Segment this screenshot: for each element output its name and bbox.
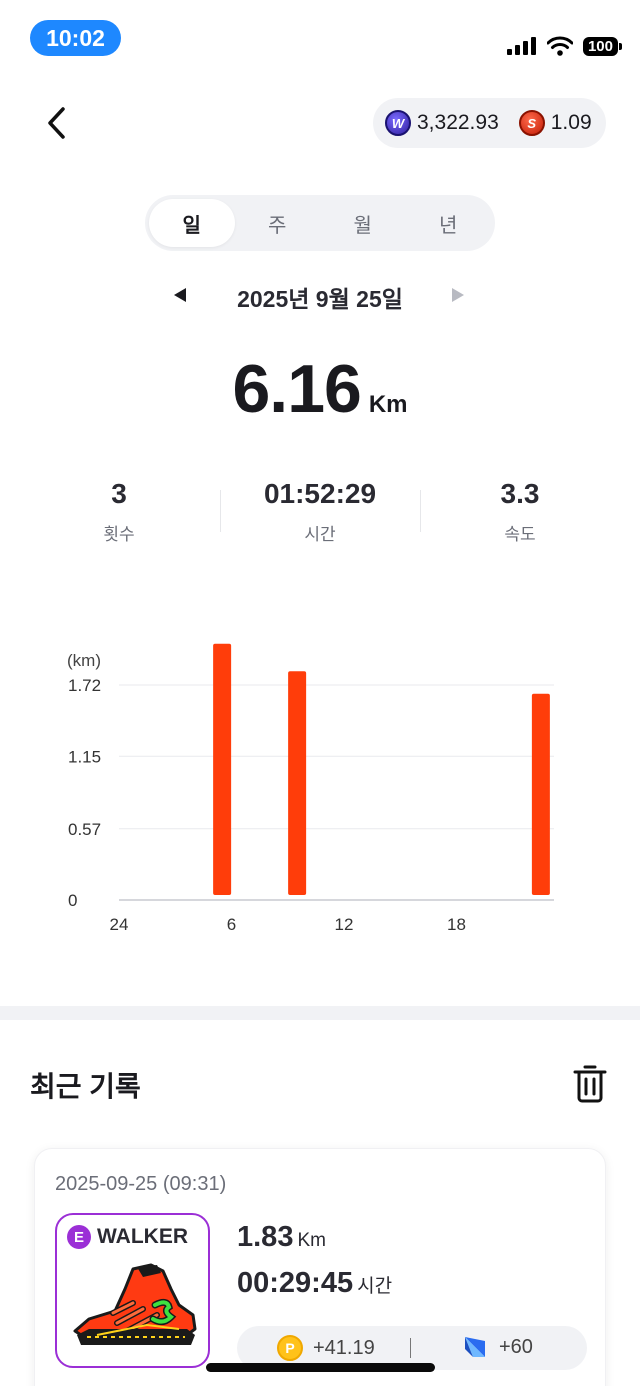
stat-speed-value: 3.3 xyxy=(500,478,540,509)
stat-time: 01:52:29 시간 xyxy=(220,478,420,545)
x-tick-label: 6 xyxy=(227,915,236,934)
current-date: 2025년 9월 25일 xyxy=(237,286,403,312)
tab-year[interactable]: 년 xyxy=(406,199,492,247)
y-axis-label: (km) xyxy=(67,651,101,670)
next-date-button[interactable] xyxy=(448,283,468,307)
x-tick-label: 18 xyxy=(447,915,466,934)
status-bar: 10:02 100 xyxy=(0,0,640,80)
status-icons: 100 xyxy=(506,36,623,56)
record-distance: 1.83 Km xyxy=(237,1221,326,1254)
w-coin-icon: W xyxy=(385,110,411,136)
tab-day[interactable]: 일 xyxy=(149,199,235,247)
record-card[interactable]: 2025-09-25 (09:31) E WALKER 1.83 Km 00:29… xyxy=(34,1148,606,1386)
balance-pill[interactable]: W 3,322.93 S 1.09 xyxy=(373,98,606,148)
chart-bar xyxy=(213,643,232,895)
chart-bar xyxy=(288,671,307,895)
tab-week[interactable]: 주 xyxy=(235,199,321,247)
home-indicator xyxy=(206,1363,435,1372)
reward-gems: +60 xyxy=(463,1335,533,1359)
w-balance: 3,322.93 xyxy=(417,111,499,134)
section-divider xyxy=(0,1006,640,1020)
gem-icon xyxy=(465,1337,485,1357)
record-distance-value: 1.83 xyxy=(237,1221,294,1253)
date-navigator: 2025년 9월 25일 xyxy=(0,275,640,315)
distance-value: 6.16 xyxy=(232,351,361,427)
stat-speed: 3.3 속도 xyxy=(420,478,620,545)
total-distance: 6.16 Km xyxy=(0,350,640,428)
stat-count-value: 3 xyxy=(111,478,127,509)
stat-count: 3 횟수 xyxy=(19,478,219,545)
distance-unit: Km xyxy=(368,391,408,418)
reward-points-value: +41.19 xyxy=(313,1336,375,1359)
stat-time-label: 시간 xyxy=(304,525,336,544)
reward-divider xyxy=(410,1338,411,1358)
y-tick-label: 1.72 xyxy=(68,676,101,695)
back-button[interactable] xyxy=(36,100,76,146)
stat-time-value: 01:52:29 xyxy=(263,478,377,509)
period-tabs: 일 주 월 년 xyxy=(145,195,495,251)
shoe-card: E WALKER xyxy=(55,1213,210,1368)
signal-icon xyxy=(506,37,536,55)
record-distance-unit: Km xyxy=(297,1230,326,1251)
shoe-grade-badge: E xyxy=(67,1225,91,1249)
chart-bar xyxy=(531,693,550,895)
bar-chart: (km) 0 0.57 1.15 1.72 24 6 12 18 xyxy=(67,643,554,934)
x-tick-label: 24 xyxy=(110,915,129,934)
trash-icon xyxy=(573,1065,607,1103)
recent-records-title: 최근 기록 xyxy=(30,1071,141,1102)
p-coin-icon: P xyxy=(277,1335,303,1361)
distance-chart: (km) 0 0.57 1.15 1.72 24 6 12 18 xyxy=(0,640,640,950)
stats-row: 3 횟수 01:52:29 시간 3.3 속도 xyxy=(0,478,640,548)
triangle-right-icon xyxy=(452,288,464,302)
y-tick-label: 0 xyxy=(68,891,77,910)
battery-icon: 100 xyxy=(582,36,623,56)
shoe-type: WALKER xyxy=(97,1225,188,1248)
chevron-left-icon xyxy=(48,107,65,139)
status-time: 10:02 xyxy=(30,20,121,56)
sneaker-image xyxy=(73,1263,197,1345)
y-tick-label: 1.15 xyxy=(68,747,101,766)
s-balance: 1.09 xyxy=(550,111,592,134)
wifi-icon xyxy=(546,36,573,56)
tab-month[interactable]: 월 xyxy=(320,199,406,247)
delete-button[interactable] xyxy=(572,1063,612,1105)
record-duration-value: 00:29:45 xyxy=(237,1267,354,1299)
reward-gems-value: +60 xyxy=(499,1335,533,1358)
record-datetime: 2025-09-25 (09:31) xyxy=(55,1173,227,1195)
x-tick-label: 12 xyxy=(335,915,354,934)
stat-speed-label: 속도 xyxy=(504,525,536,544)
record-duration: 00:29:45 시간 xyxy=(237,1267,392,1300)
record-duration-unit: 시간 xyxy=(357,1276,393,1297)
s-coin-icon: S xyxy=(518,110,545,136)
reward-points: P +41.19 xyxy=(277,1335,375,1361)
y-tick-label: 0.57 xyxy=(68,820,101,839)
stat-count-label: 횟수 xyxy=(103,525,135,544)
